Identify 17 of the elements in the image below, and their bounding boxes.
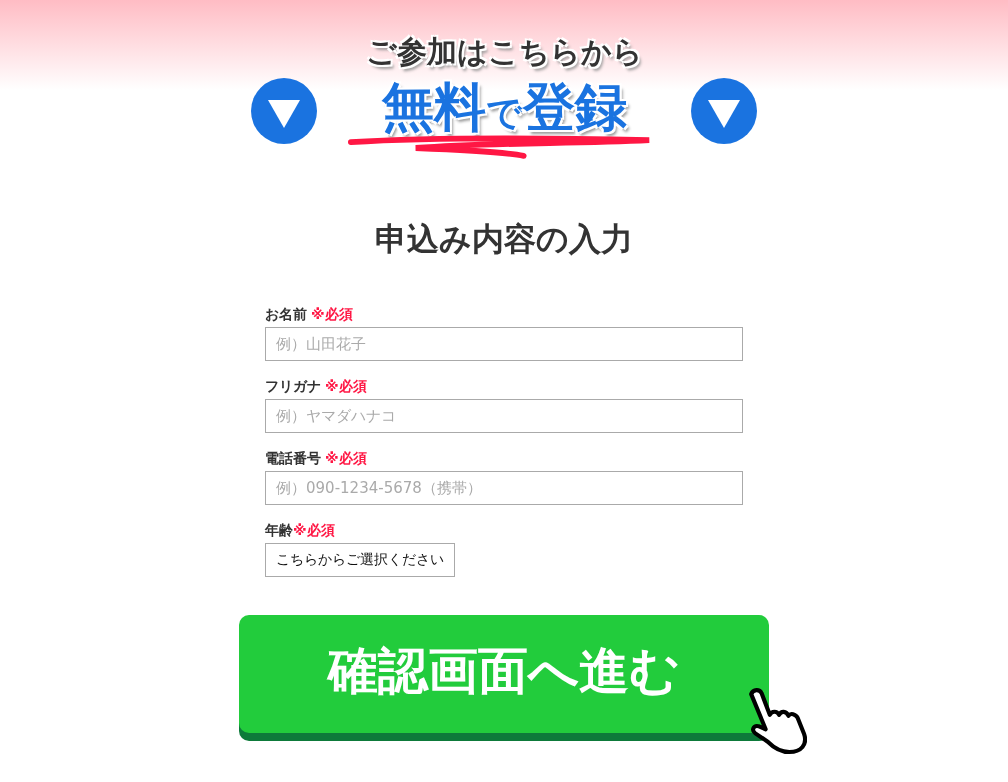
headline-text: で — [485, 92, 523, 135]
required-mark: ※必須 — [325, 450, 367, 468]
field-label: 電話番号 — [265, 450, 321, 468]
input-field[interactable]: 例）090-1234-5678（携帯） — [265, 471, 743, 505]
field-label: 年齢 — [265, 522, 293, 540]
select-field[interactable]: こちらからご選択ください — [265, 543, 455, 577]
field-label: お名前 — [265, 306, 307, 324]
headline-text: 無料 — [381, 78, 486, 136]
field-label: フリガナ — [265, 378, 321, 396]
banner-subtitle: ご参加はこちらから — [365, 34, 643, 70]
headline-text: 登録 — [522, 78, 627, 136]
required-mark: ※必須 — [325, 378, 367, 396]
input-field[interactable]: 例）ヤマダハナコ — [265, 399, 743, 433]
form-title: 申込み内容の入力 — [375, 219, 633, 260]
required-mark: ※必須 — [293, 522, 335, 540]
input-field[interactable]: 例）山田花子 — [265, 327, 743, 361]
required-mark: ※必須 — [311, 306, 353, 324]
